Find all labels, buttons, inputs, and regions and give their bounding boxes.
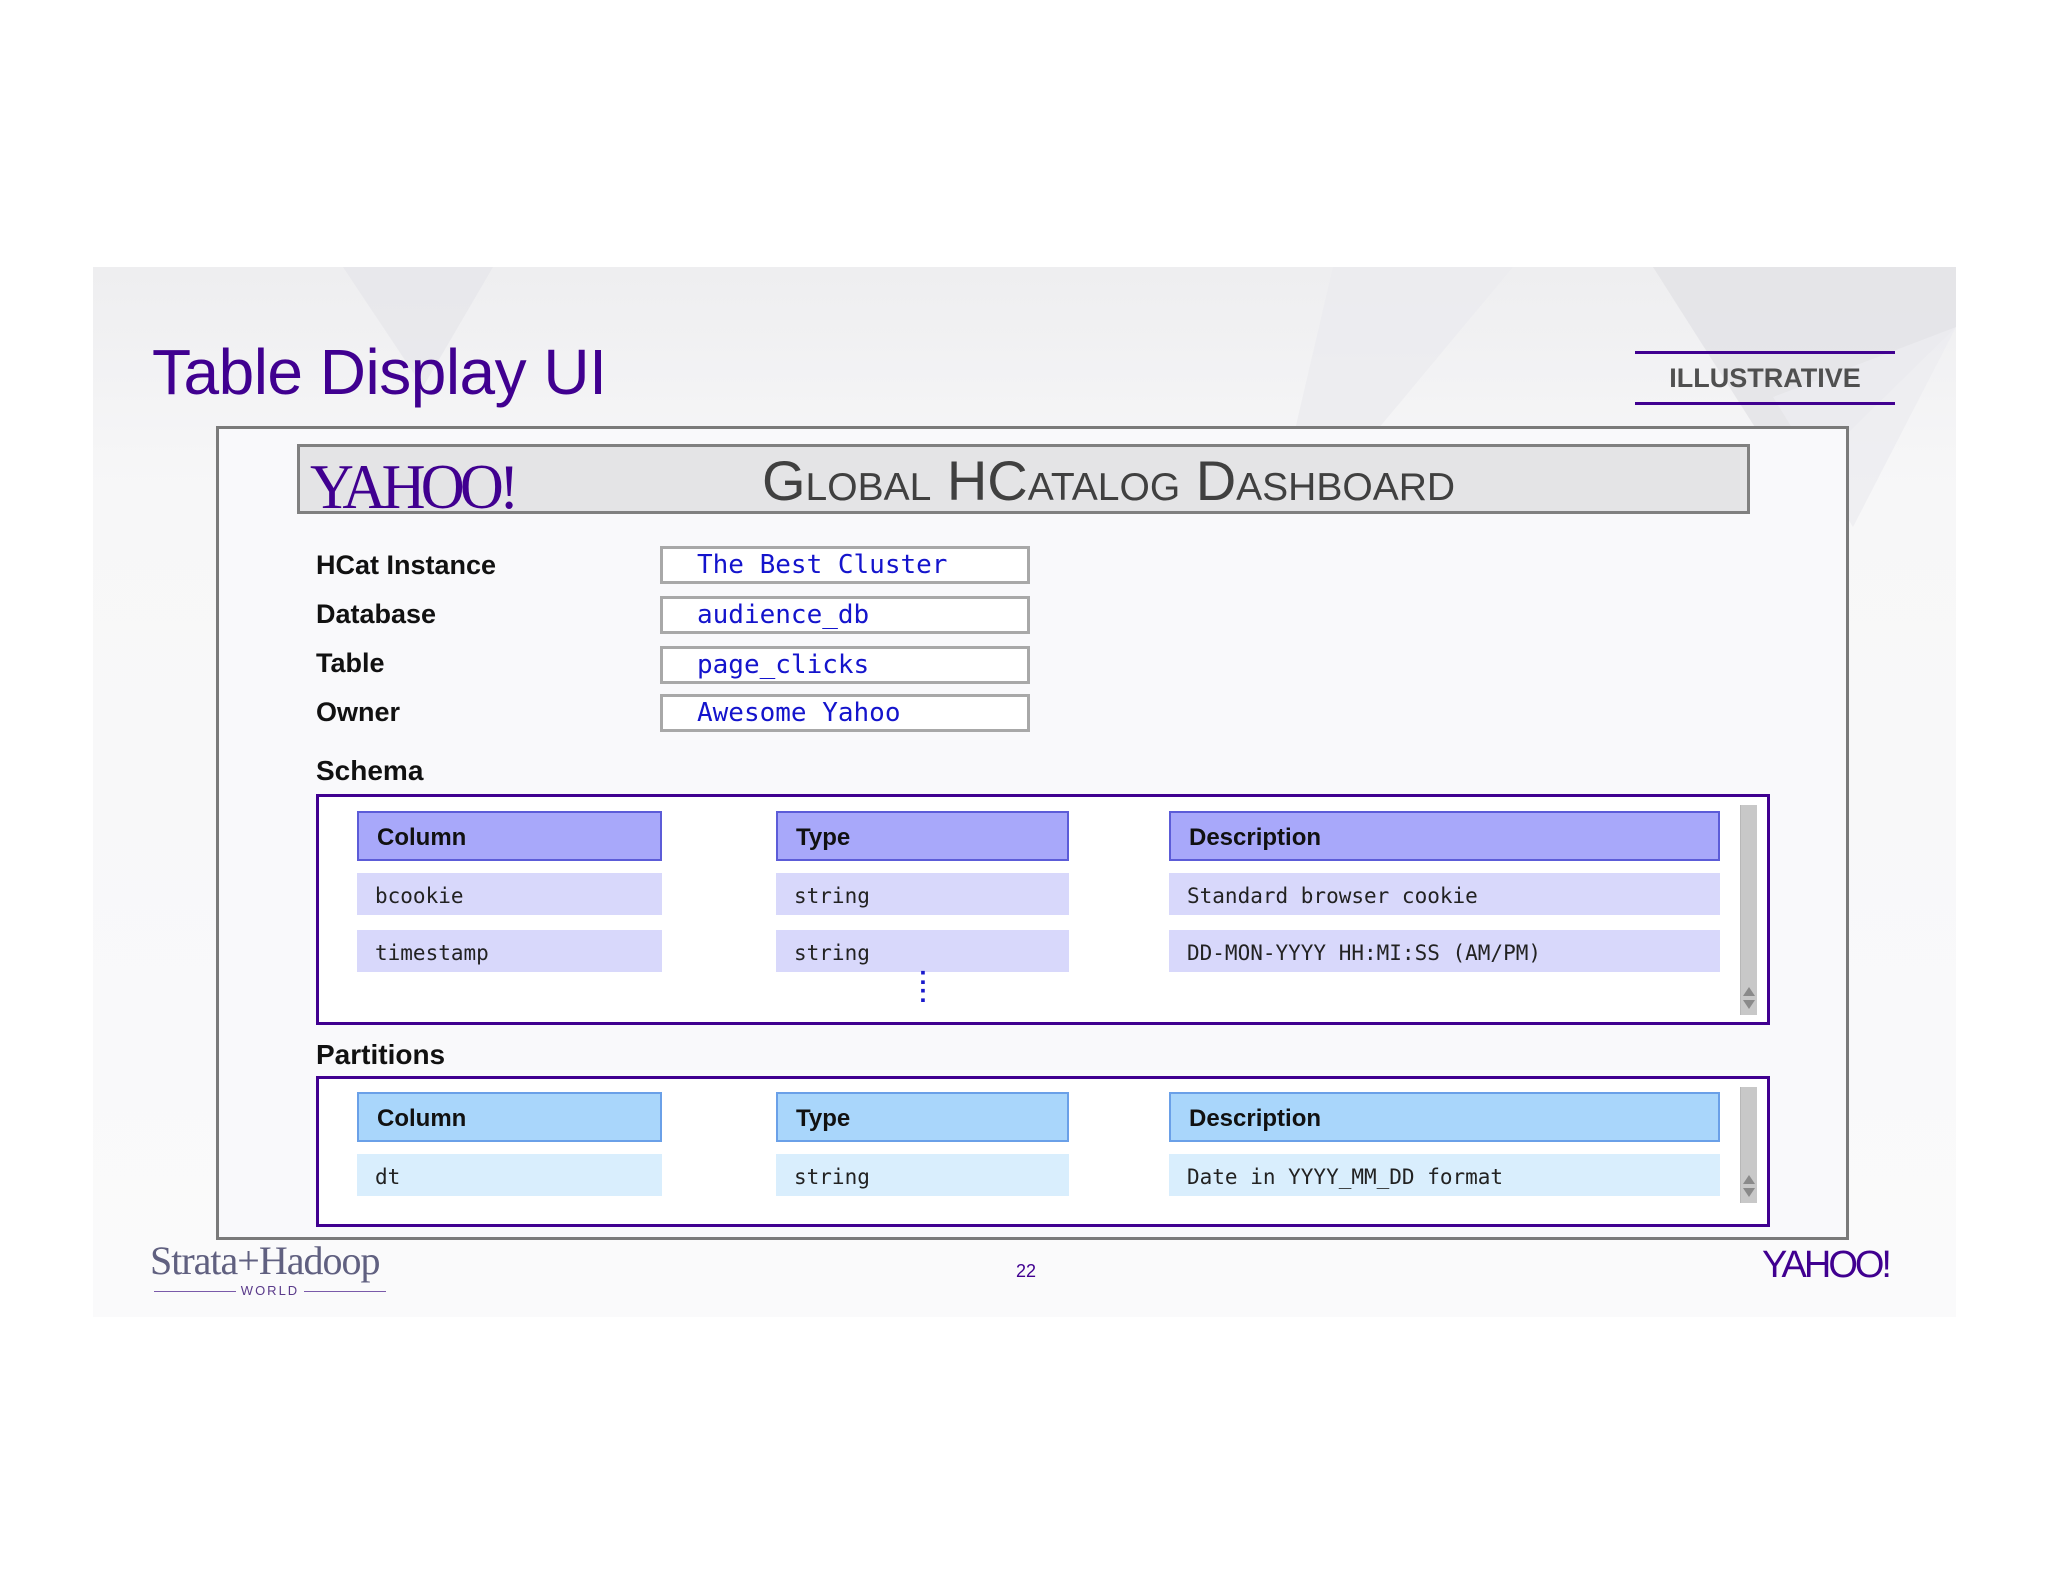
- page-number: 22: [1016, 1261, 1037, 1281]
- schema-cell-column: timestamp: [357, 930, 662, 972]
- strata-hadoop-logo: Strata+Hadoop WORLD: [150, 1241, 390, 1299]
- dashboard-title: Global HCatalog Dashboard: [762, 449, 1456, 512]
- hcat-instance-label: HCat Instance: [316, 550, 497, 580]
- schema-cell-description: DD-MON-YYYY HH:MI:SS (AM/PM): [1169, 930, 1720, 972]
- partitions-cell-type: string: [776, 1154, 1069, 1196]
- schema-header-type[interactable]: Type: [776, 811, 1069, 861]
- partitions-header-column[interactable]: Column: [357, 1092, 662, 1142]
- scroll-down-arrow-icon[interactable]: [1743, 1188, 1755, 1197]
- scroll-up-arrow-icon[interactable]: [1743, 1175, 1755, 1184]
- more-rows-indicator: : :: [918, 960, 928, 1008]
- strata-hadoop-world: WORLD: [150, 1283, 390, 1299]
- partitions-scrollbar[interactable]: [1740, 1087, 1757, 1203]
- yahoo-logo: YAHOO!: [310, 451, 519, 522]
- schema-label: Schema: [316, 755, 424, 786]
- partitions-table: Column Type Description dt string Date i…: [316, 1076, 1770, 1227]
- slide-title: Table Display UI: [152, 336, 607, 408]
- owner-label: Owner: [316, 697, 401, 727]
- partitions-cell-column: dt: [357, 1154, 662, 1196]
- strata-hadoop-wordmark: Strata+Hadoop: [150, 1238, 381, 1283]
- database-label: Database: [316, 599, 437, 629]
- partitions-label: Partitions: [316, 1039, 446, 1070]
- database-field[interactable]: audience_db: [660, 596, 1030, 634]
- schema-header-column[interactable]: Column: [357, 811, 662, 861]
- scroll-down-arrow-icon[interactable]: [1743, 1000, 1755, 1009]
- schema-cell-type: string: [776, 873, 1069, 915]
- dashboard-header: YAHOO! Global HCatalog Dashboard: [297, 444, 1750, 519]
- partitions-cell-description: Date in YYYY_MM_DD format: [1169, 1154, 1720, 1196]
- schema-table: Column Type Description bcookie string S…: [316, 794, 1770, 1025]
- owner-field[interactable]: Awesome Yahoo: [660, 694, 1030, 732]
- table-label: Table: [316, 648, 385, 678]
- hcat-instance-field[interactable]: The Best Cluster: [660, 546, 1030, 584]
- partitions-header-description[interactable]: Description: [1169, 1092, 1720, 1142]
- partitions-header-type[interactable]: Type: [776, 1092, 1069, 1142]
- schema-cell-description: Standard browser cookie: [1169, 873, 1720, 915]
- scroll-up-arrow-icon[interactable]: [1743, 987, 1755, 996]
- yahoo-footer-logo: YAHOO!: [1762, 1244, 1892, 1286]
- schema-header-description[interactable]: Description: [1169, 811, 1720, 861]
- schema-scrollbar[interactable]: [1740, 805, 1757, 1015]
- schema-cell-column: bcookie: [357, 873, 662, 915]
- table-field[interactable]: page_clicks: [660, 646, 1030, 684]
- illustrative-tag: ILLUSTRATIVE: [1635, 351, 1895, 405]
